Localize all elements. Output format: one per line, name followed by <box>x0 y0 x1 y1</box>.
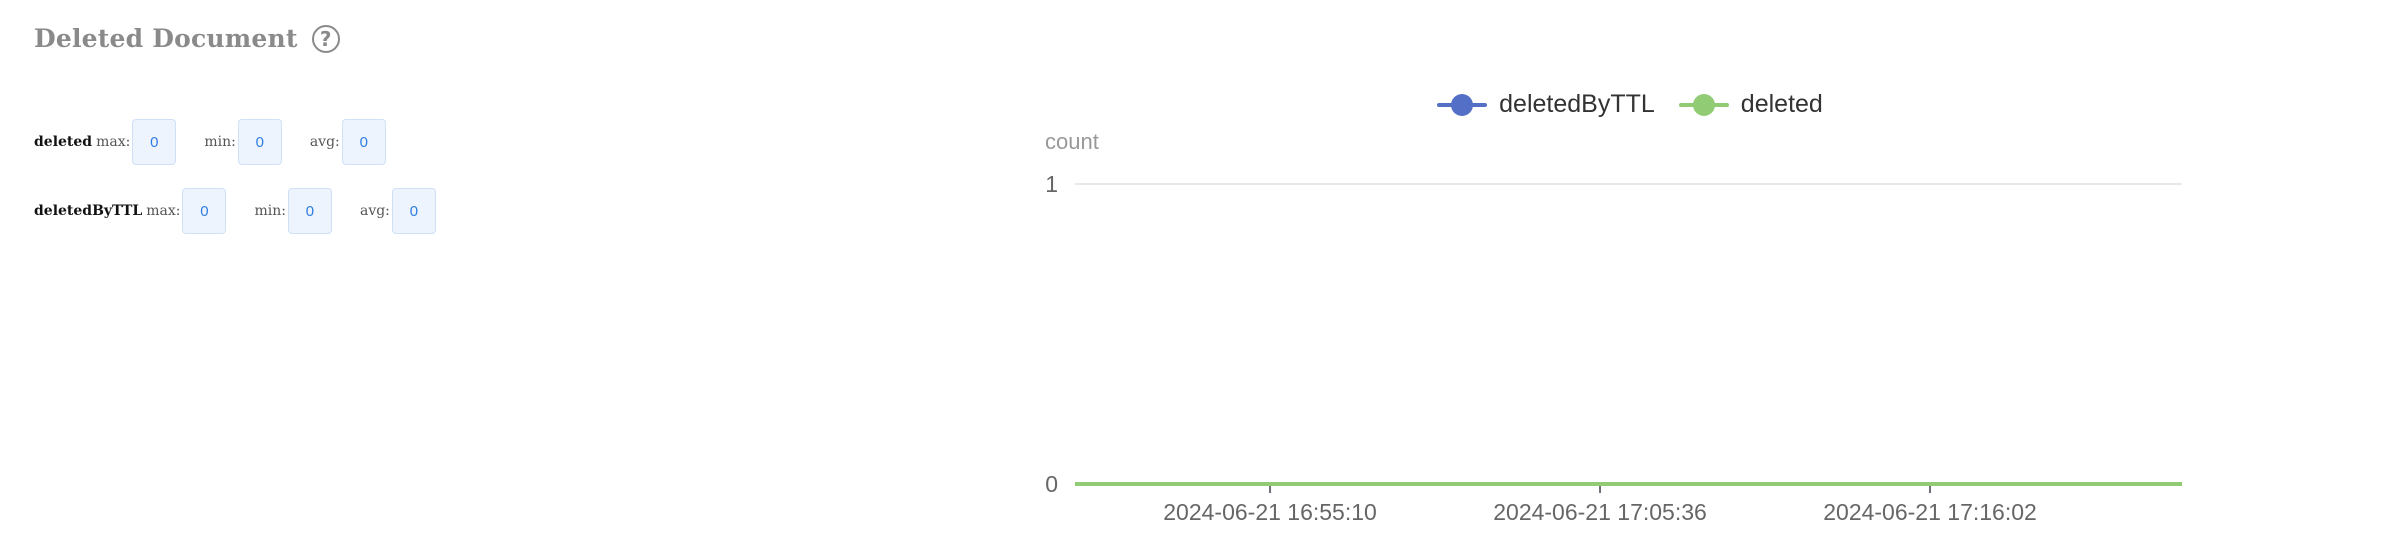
max-value: 0 <box>182 188 227 234</box>
x-tick-label: 2024-06-21 16:55:10 <box>1163 499 1377 525</box>
stat-row-deleted: deleted max: 0 min: 0 avg: 0 <box>34 118 436 166</box>
y-tick-label: 1 <box>1045 171 1058 197</box>
stats-summary: deleted max: 0 min: 0 avg: 0 deletedByTT… <box>34 118 436 256</box>
avg-value: 0 <box>391 188 436 234</box>
panel-title: Deleted Document <box>34 24 298 53</box>
max-label: max: <box>146 203 181 219</box>
chart-container: deletedByTTL deleted count 0 1 2024-06-21 1… <box>1010 60 2250 544</box>
line-chart[interactable]: count 0 1 2024-06-21 16:55:10 2024-06-21 17:… <box>1010 60 2250 544</box>
max-value: 0 <box>132 119 177 165</box>
question-circle-icon[interactable]: ? <box>311 24 340 53</box>
min-value: 0 <box>237 119 282 165</box>
avg-label: avg: <box>309 134 340 150</box>
max-label: max: <box>96 134 131 150</box>
min-value: 0 <box>287 188 332 234</box>
metric-name: deletedByTTL <box>34 203 143 219</box>
x-tick-label: 2024-06-21 17:05:36 <box>1493 499 1707 525</box>
panel-header: Deleted Document ? <box>34 24 340 53</box>
min-label: min: <box>204 134 236 150</box>
avg-value: 0 <box>341 119 386 165</box>
avg-label: avg: <box>359 203 390 219</box>
min-label: min: <box>254 203 286 219</box>
y-tick-label: 0 <box>1045 471 1058 497</box>
metric-name: deleted <box>34 134 93 150</box>
y-axis-label: count <box>1045 129 1099 154</box>
stat-row-deletedbyttl: deletedByTTL max: 0 min: 0 avg: 0 <box>34 187 436 235</box>
x-tick-label: 2024-06-21 17:16:02 <box>1823 499 2037 525</box>
